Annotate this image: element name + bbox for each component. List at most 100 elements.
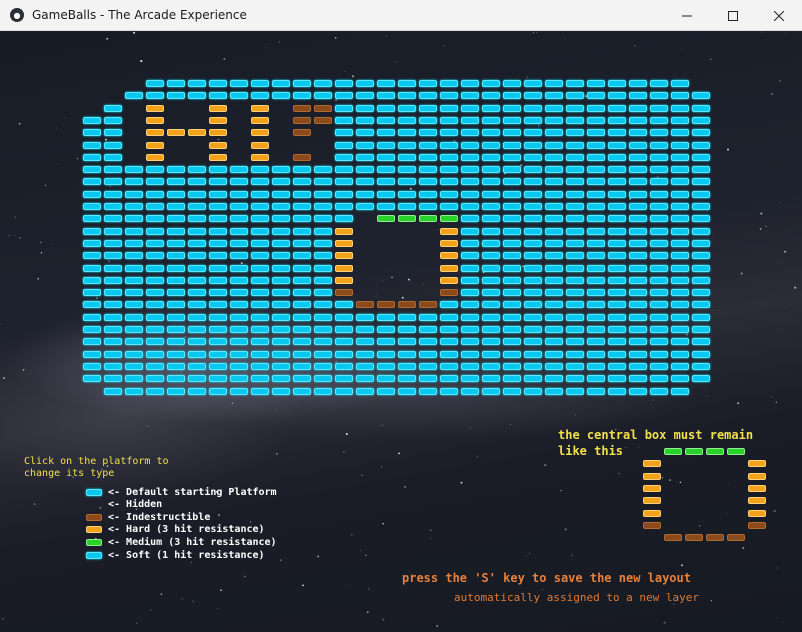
brick-soft[interactable] [440, 203, 458, 210]
brick-soft[interactable] [566, 166, 584, 174]
brick-soft[interactable] [188, 264, 206, 272]
brick-soft[interactable] [671, 104, 689, 112]
brick-soft[interactable] [272, 252, 290, 260]
brick-soft[interactable] [377, 129, 395, 137]
brick-soft[interactable] [587, 80, 605, 87]
brick-soft[interactable] [335, 80, 353, 87]
brick-soft[interactable] [335, 92, 353, 100]
brick-soft[interactable] [188, 92, 206, 100]
brick-soft[interactable] [377, 375, 395, 383]
brick-soft[interactable] [125, 375, 143, 383]
brick-soft[interactable] [650, 166, 668, 174]
brick-soft[interactable] [83, 178, 101, 186]
brick-soft[interactable] [125, 178, 143, 186]
brick-soft[interactable] [188, 338, 206, 346]
brick-soft[interactable] [587, 92, 605, 100]
brick-soft[interactable] [503, 153, 521, 161]
brick-soft[interactable] [524, 301, 542, 309]
brick-soft[interactable] [146, 252, 164, 260]
brick-soft[interactable] [461, 166, 479, 174]
brick-soft[interactable] [230, 350, 248, 358]
brick-soft[interactable] [377, 92, 395, 100]
brick-soft[interactable] [272, 301, 290, 309]
brick-indes[interactable] [314, 104, 332, 112]
brick-soft[interactable] [125, 166, 143, 174]
brick-soft[interactable] [671, 153, 689, 161]
brick-soft[interactable] [314, 313, 332, 321]
brick-soft[interactable] [356, 350, 374, 358]
brick-soft[interactable] [461, 350, 479, 358]
brick-soft[interactable] [545, 362, 563, 370]
brick-soft[interactable] [230, 276, 248, 284]
brick-soft[interactable] [251, 289, 269, 297]
brick-soft[interactable] [692, 239, 710, 247]
brick-soft[interactable] [629, 203, 647, 210]
brick-soft[interactable] [230, 92, 248, 100]
brick-soft[interactable] [629, 326, 647, 333]
brick-hard[interactable] [209, 104, 227, 112]
brick-soft[interactable] [167, 166, 185, 174]
brick-soft[interactable] [419, 166, 437, 174]
brick-soft[interactable] [503, 375, 521, 383]
brick-soft[interactable] [83, 166, 101, 174]
brick-soft[interactable] [293, 203, 311, 210]
brick-soft[interactable] [104, 166, 122, 174]
brick-soft[interactable] [629, 362, 647, 370]
brick-soft[interactable] [545, 252, 563, 260]
brick-soft[interactable] [482, 104, 500, 112]
brick-soft[interactable] [398, 362, 416, 370]
brick-soft[interactable] [335, 166, 353, 174]
brick-soft[interactable] [167, 289, 185, 297]
brick-soft[interactable] [482, 289, 500, 297]
brick-soft[interactable] [671, 129, 689, 137]
brick-soft[interactable] [398, 203, 416, 210]
brick-soft[interactable] [293, 350, 311, 358]
brick-soft[interactable] [209, 387, 227, 395]
brick-soft[interactable] [440, 350, 458, 358]
brick-soft[interactable] [503, 178, 521, 186]
brick-soft[interactable] [335, 116, 353, 124]
brick-soft[interactable] [482, 178, 500, 186]
brick-soft[interactable] [440, 104, 458, 112]
brick-soft[interactable] [461, 104, 479, 112]
brick-soft[interactable] [461, 252, 479, 260]
brick-soft[interactable] [104, 350, 122, 358]
brick-soft[interactable] [629, 264, 647, 272]
brick-soft[interactable] [146, 338, 164, 346]
brick-soft[interactable] [83, 215, 101, 223]
brick-soft[interactable] [104, 375, 122, 383]
brick-soft[interactable] [692, 178, 710, 186]
brick-soft[interactable] [398, 104, 416, 112]
brick-soft[interactable] [188, 215, 206, 223]
brick-soft[interactable] [671, 252, 689, 260]
brick-soft[interactable] [230, 301, 248, 309]
brick-soft[interactable] [251, 80, 269, 87]
brick-soft[interactable] [335, 141, 353, 149]
brick-soft[interactable] [629, 387, 647, 395]
brick-soft[interactable] [293, 289, 311, 297]
brick-soft[interactable] [293, 387, 311, 395]
brick-soft[interactable] [83, 203, 101, 210]
brick-soft[interactable] [146, 313, 164, 321]
brick-soft[interactable] [692, 215, 710, 223]
brick-soft[interactable] [125, 264, 143, 272]
brick-soft[interactable] [629, 80, 647, 87]
brick-soft[interactable] [104, 276, 122, 284]
brick-soft[interactable] [83, 190, 101, 198]
brick-soft[interactable] [566, 375, 584, 383]
brick-soft[interactable] [419, 141, 437, 149]
brick-soft[interactable] [503, 362, 521, 370]
brick-soft[interactable] [650, 239, 668, 247]
brick-soft[interactable] [461, 92, 479, 100]
brick-soft[interactable] [587, 289, 605, 297]
brick-soft[interactable] [356, 203, 374, 210]
brick-soft[interactable] [377, 178, 395, 186]
brick-soft[interactable] [503, 190, 521, 198]
brick-hard[interactable] [146, 141, 164, 149]
brick-soft[interactable] [419, 338, 437, 346]
brick-soft[interactable] [524, 153, 542, 161]
brick-soft[interactable] [461, 387, 479, 395]
brick-soft[interactable] [503, 239, 521, 247]
brick-soft[interactable] [524, 116, 542, 124]
brick-hard[interactable] [335, 227, 353, 235]
